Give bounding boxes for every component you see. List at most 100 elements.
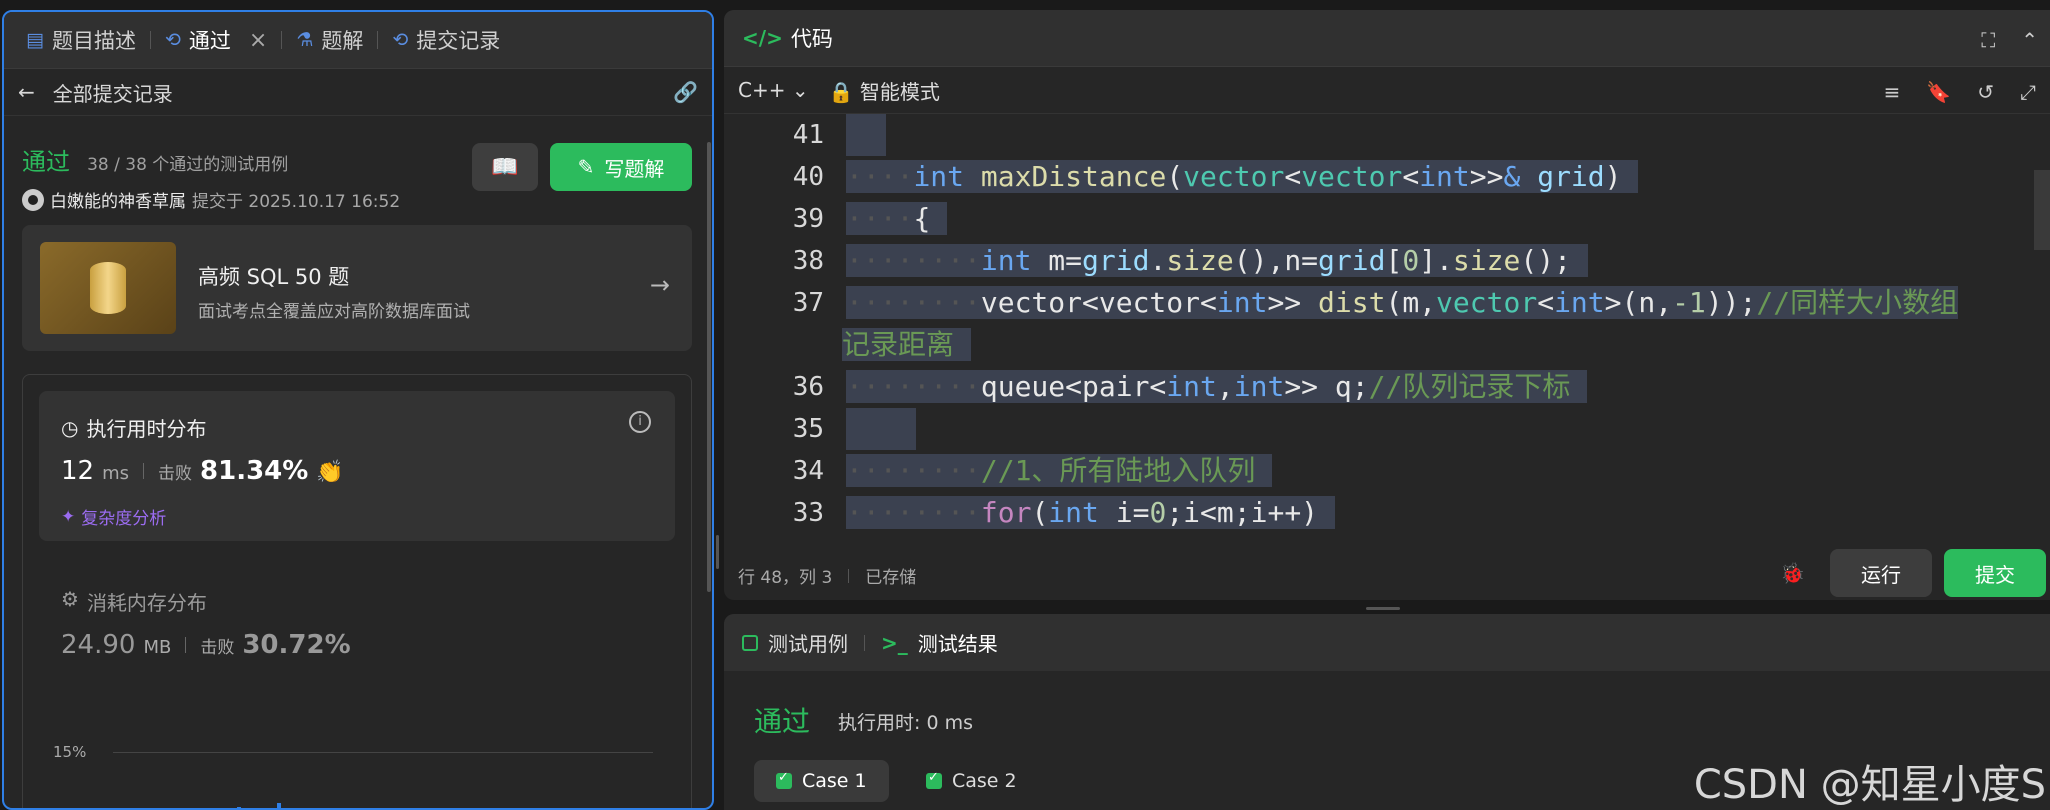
checkbox-icon <box>742 634 758 651</box>
chart-bar[interactable] <box>277 803 281 808</box>
editor-status: 行 48，列 3 已存储 <box>738 563 916 588</box>
promo-subtitle: 面试考点全覆盖应对高阶数据库面试 <box>198 302 470 322</box>
code-text: ····int maxDistance(vector<vector<int>>&… <box>846 160 1639 193</box>
link-icon[interactable]: 🔗 <box>673 80 698 104</box>
check-icon <box>926 770 942 789</box>
scrollbar[interactable] <box>707 142 711 592</box>
code-text: ········int m=grid.size(),n=grid[0].size… <box>846 244 1588 277</box>
avatar[interactable] <box>22 188 44 211</box>
line-number: 37 <box>792 288 824 318</box>
memory-title[interactable]: ⚙ 消耗内存分布 <box>61 587 207 616</box>
book-icon: 📖 <box>491 154 519 180</box>
tab-description[interactable]: ▤ 题目描述 <box>20 25 142 55</box>
tab-submissions[interactable]: ⟲ 提交记录 <box>386 25 506 55</box>
code-text: 记录距离 <box>842 324 971 366</box>
line-number: 39 <box>792 204 824 234</box>
expand-icon[interactable]: ⤢ <box>2020 80 2036 104</box>
app-root: ▤ 题目描述 ⟲ 通过 × ⚗ 题解 ⟲ 提交记录 ← 全部提交记录 🔗 通过 … <box>0 0 2050 810</box>
notes-button[interactable]: 📖 <box>472 143 538 191</box>
complexity-link[interactable]: ✦ 复杂度分析 <box>61 504 166 530</box>
history-icon: ⟲ <box>164 29 181 51</box>
debug-icon[interactable]: 🐞 <box>1780 561 1805 585</box>
tab-testcases[interactable]: 测试用例 <box>768 628 848 657</box>
check-icon <box>776 770 792 789</box>
chart-tick-label: 15% <box>53 743 87 761</box>
memory-beat-pct: 30.72% <box>242 630 351 660</box>
tab-label: 提交记录 <box>416 29 501 53</box>
code-line: 38 ········int m=grid.size(),n=grid[0].s… <box>724 240 2050 282</box>
reset-icon[interactable]: ↺ <box>1977 80 1994 104</box>
history-icon: ⟲ <box>392 29 409 51</box>
case-label: Case 1 <box>802 770 867 792</box>
memory-unit: MB <box>143 637 172 658</box>
terminal-icon: >_ <box>881 630 908 655</box>
status-badge: 通过 <box>22 148 70 176</box>
bookmark-icon[interactable]: 🔖 <box>1926 80 1951 104</box>
code-line: 39 ····{ <box>724 198 2050 240</box>
testcase-count: 38 / 38 个通过的测试用例 <box>87 155 289 175</box>
result-runtime: 执行用时: 0 ms <box>838 712 973 734</box>
divider <box>143 463 145 479</box>
database-icon <box>40 242 176 334</box>
memory-title-text: 消耗内存分布 <box>86 591 207 615</box>
back-arrow-icon[interactable]: ← <box>18 80 35 104</box>
case-label: Case 2 <box>952 770 1017 792</box>
code-line: 40 ····int maxDistance(vector<vector<int… <box>724 156 2050 198</box>
code-line: 41 <box>724 114 2050 156</box>
promo-card[interactable]: 高频 SQL 50 题 面试考点全覆盖应对高阶数据库面试 → <box>22 225 692 351</box>
line-number: 41 <box>792 120 824 150</box>
tab-label: 题目描述 <box>51 29 136 53</box>
memory-values: 24.90 MB 击败 30.72% <box>61 630 351 660</box>
all-submissions-link[interactable]: 全部提交记录 <box>53 78 173 107</box>
runtime-value: 12 <box>61 456 95 486</box>
code-area[interactable]: 41 40 ····int maxDistance(vector<vector<… <box>724 114 2050 534</box>
code-line: 33 ········for(int i=0;i<m;i++) <box>724 492 2050 534</box>
case-tab-1[interactable]: Case 1 <box>754 760 889 802</box>
format-icon[interactable]: ≡ <box>1884 80 1901 104</box>
clap-icon: 👏 <box>316 460 344 485</box>
collapse-icon[interactable]: ⌃ <box>2021 28 2038 52</box>
panel-resize-handle[interactable] <box>716 535 719 569</box>
smart-mode-toggle[interactable]: 🔒 智能模式 <box>829 76 940 105</box>
write-solution-button[interactable]: ✎ 写题解 <box>550 143 692 191</box>
code-text: ········vector<vector<int>> dist(m,vecto… <box>846 286 1959 319</box>
close-icon[interactable]: × <box>249 28 267 53</box>
beat-label: 击败 <box>200 638 235 658</box>
runtime-card[interactable]: ◷ 执行用时分布 i 12 ms 击败 81.34% 👏 ✦ 复杂度分析 <box>39 391 675 541</box>
language-select[interactable]: C++ ⌄ <box>738 78 809 102</box>
tab-solutions[interactable]: ⚗ 题解 <box>290 25 369 55</box>
info-icon[interactable]: i <box>629 411 651 433</box>
case-tab-2[interactable]: Case 2 <box>904 760 1039 802</box>
line-number: 35 <box>792 414 824 444</box>
editor-toolbar: C++ ⌄ 🔒 智能模式 <box>724 67 2050 114</box>
tab-divider <box>377 31 379 49</box>
submit-date: 提交于 2025.10.17 16:52 <box>192 192 401 212</box>
editor-scrollbar[interactable] <box>2034 170 2050 250</box>
code-text: ····{ <box>846 202 948 235</box>
edit-icon: ✎ <box>577 155 595 179</box>
beat-label: 击败 <box>158 464 193 484</box>
tab-accepted[interactable]: ⟲ 通过 × <box>159 25 273 55</box>
tab-test-results[interactable]: 测试结果 <box>918 628 998 657</box>
author-name[interactable]: 白嫩能的神香草属 <box>50 187 186 212</box>
mode-label: 智能模式 <box>859 79 940 104</box>
code-line: 36 ········queue<pair<int,int>> q;//队列记录… <box>724 366 2050 408</box>
code-editor-panel: </> 代码 ⛶ ⌃ C++ ⌄ 🔒 智能模式 ≡ 🔖 ↺ ⤢ 41 40 ··… <box>724 10 2050 600</box>
divider <box>864 634 865 651</box>
run-button[interactable]: 运行 <box>1830 549 1932 597</box>
sparkle-icon: ✦ <box>61 506 76 527</box>
panel-resize-handle[interactable] <box>1366 607 1400 610</box>
promo-title: 高频 SQL 50 题 <box>198 265 350 289</box>
submit-button[interactable]: 提交 <box>1944 549 2046 597</box>
line-number: 40 <box>792 162 824 192</box>
stats-panel: ◷ 执行用时分布 i 12 ms 击败 81.34% 👏 ✦ 复杂度分析 ⚙ 消… <box>22 374 692 808</box>
code-line: 记录距离 <box>724 324 2050 366</box>
clock-icon: ◷ <box>61 415 79 440</box>
divider <box>848 568 850 583</box>
line-number: 38 <box>792 246 824 276</box>
code-text: ········queue<pair<int,int>> q;//队列记录下标 <box>846 366 1588 408</box>
tab-divider <box>149 31 151 49</box>
flask-icon: ⚗ <box>296 29 314 51</box>
code-line: 35 <box>724 408 2050 450</box>
fullscreen-icon[interactable]: ⛶ <box>1981 28 1995 52</box>
